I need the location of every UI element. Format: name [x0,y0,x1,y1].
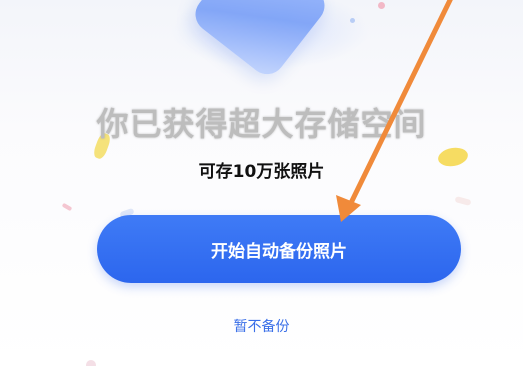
confetti-decoration [378,2,385,9]
start-backup-button[interactable]: 开始自动备份照片 [97,215,461,283]
skip-backup-link[interactable]: 暂不备份 [0,317,523,337]
headline: 你已获得超大存储空间 [96,105,427,143]
confetti-decoration [350,18,355,23]
confetti-decoration [61,202,73,212]
subtitle: 可存10万张照片 [198,162,325,182]
confetti-decoration [86,360,96,366]
confetti-decoration [454,196,472,206]
backup-promo-dialog: 你已获得超大存储空间 可存10万张照片 开始自动备份照片 暂不备份 [0,0,523,366]
